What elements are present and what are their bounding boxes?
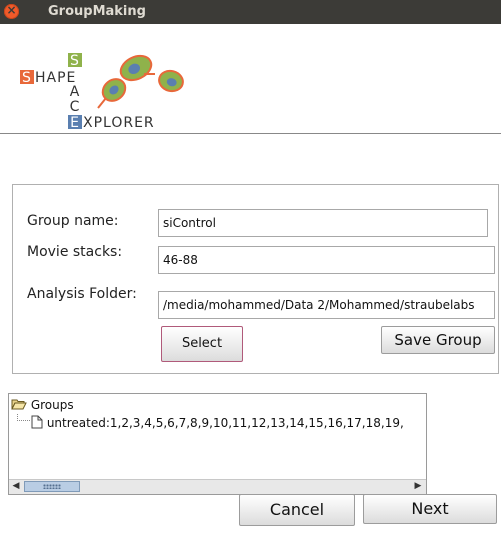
logo-word-xplorer: XPLORER <box>83 115 155 131</box>
horizontal-scrollbar[interactable]: ◀ ▶ <box>9 479 426 494</box>
grip-icon <box>43 484 61 489</box>
tree-root-groups[interactable]: Groups <box>11 398 74 412</box>
header-divider <box>0 133 501 134</box>
tree-item-label: untreated:1,2,3,4,5,6,7,8,9,10,11,12,13,… <box>46 416 404 430</box>
logo-initial-e: E <box>70 115 80 131</box>
movie-stacks-label: Movie stacks: <box>27 244 123 260</box>
movie-stacks-field[interactable]: 46-88 <box>158 246 495 274</box>
title-bar: × GroupMaking <box>0 0 501 24</box>
scroll-left-icon[interactable]: ◀ <box>10 480 22 493</box>
window-title: GroupMaking <box>48 4 146 19</box>
tree-root-label: Groups <box>30 398 74 412</box>
open-folder-icon <box>11 399 27 410</box>
logo-letter-s: S <box>70 53 80 69</box>
shape-space-explorer-logo: S HAPE S A C E XPLORER <box>18 50 190 132</box>
logo-letter-a: A <box>69 84 81 100</box>
cancel-button[interactable]: Cancel <box>239 494 355 526</box>
tree-item[interactable]: untreated:1,2,3,4,5,6,7,8,9,10,11,12,13,… <box>31 415 404 430</box>
logo-initial-s: S <box>22 70 32 86</box>
logo-letter-c: C <box>69 99 81 115</box>
groups-tree[interactable]: Groups untreated:1,2,3,4,5,6,7,8,9,10,11… <box>8 393 427 495</box>
next-button[interactable]: Next <box>363 494 497 524</box>
select-folder-button[interactable]: Select <box>161 326 243 362</box>
analysis-folder-field[interactable]: /media/mohammed/Data 2/Mohammed/straubel… <box>158 291 495 319</box>
analysis-folder-label: Analysis Folder: <box>27 286 137 302</box>
group-name-field[interactable]: siControl <box>158 209 488 237</box>
close-window-button[interactable]: × <box>4 3 19 19</box>
group-name-label: Group name: <box>27 213 119 229</box>
file-icon <box>31 415 43 429</box>
scrollbar-thumb[interactable] <box>24 481 80 492</box>
tree-connector-line <box>17 414 31 421</box>
group-form-panel: Group name: siControl Movie stacks: 46-8… <box>12 184 499 374</box>
save-group-button[interactable]: Save Group <box>381 326 495 354</box>
close-icon: × <box>6 3 17 17</box>
scroll-right-icon[interactable]: ▶ <box>412 480 424 493</box>
